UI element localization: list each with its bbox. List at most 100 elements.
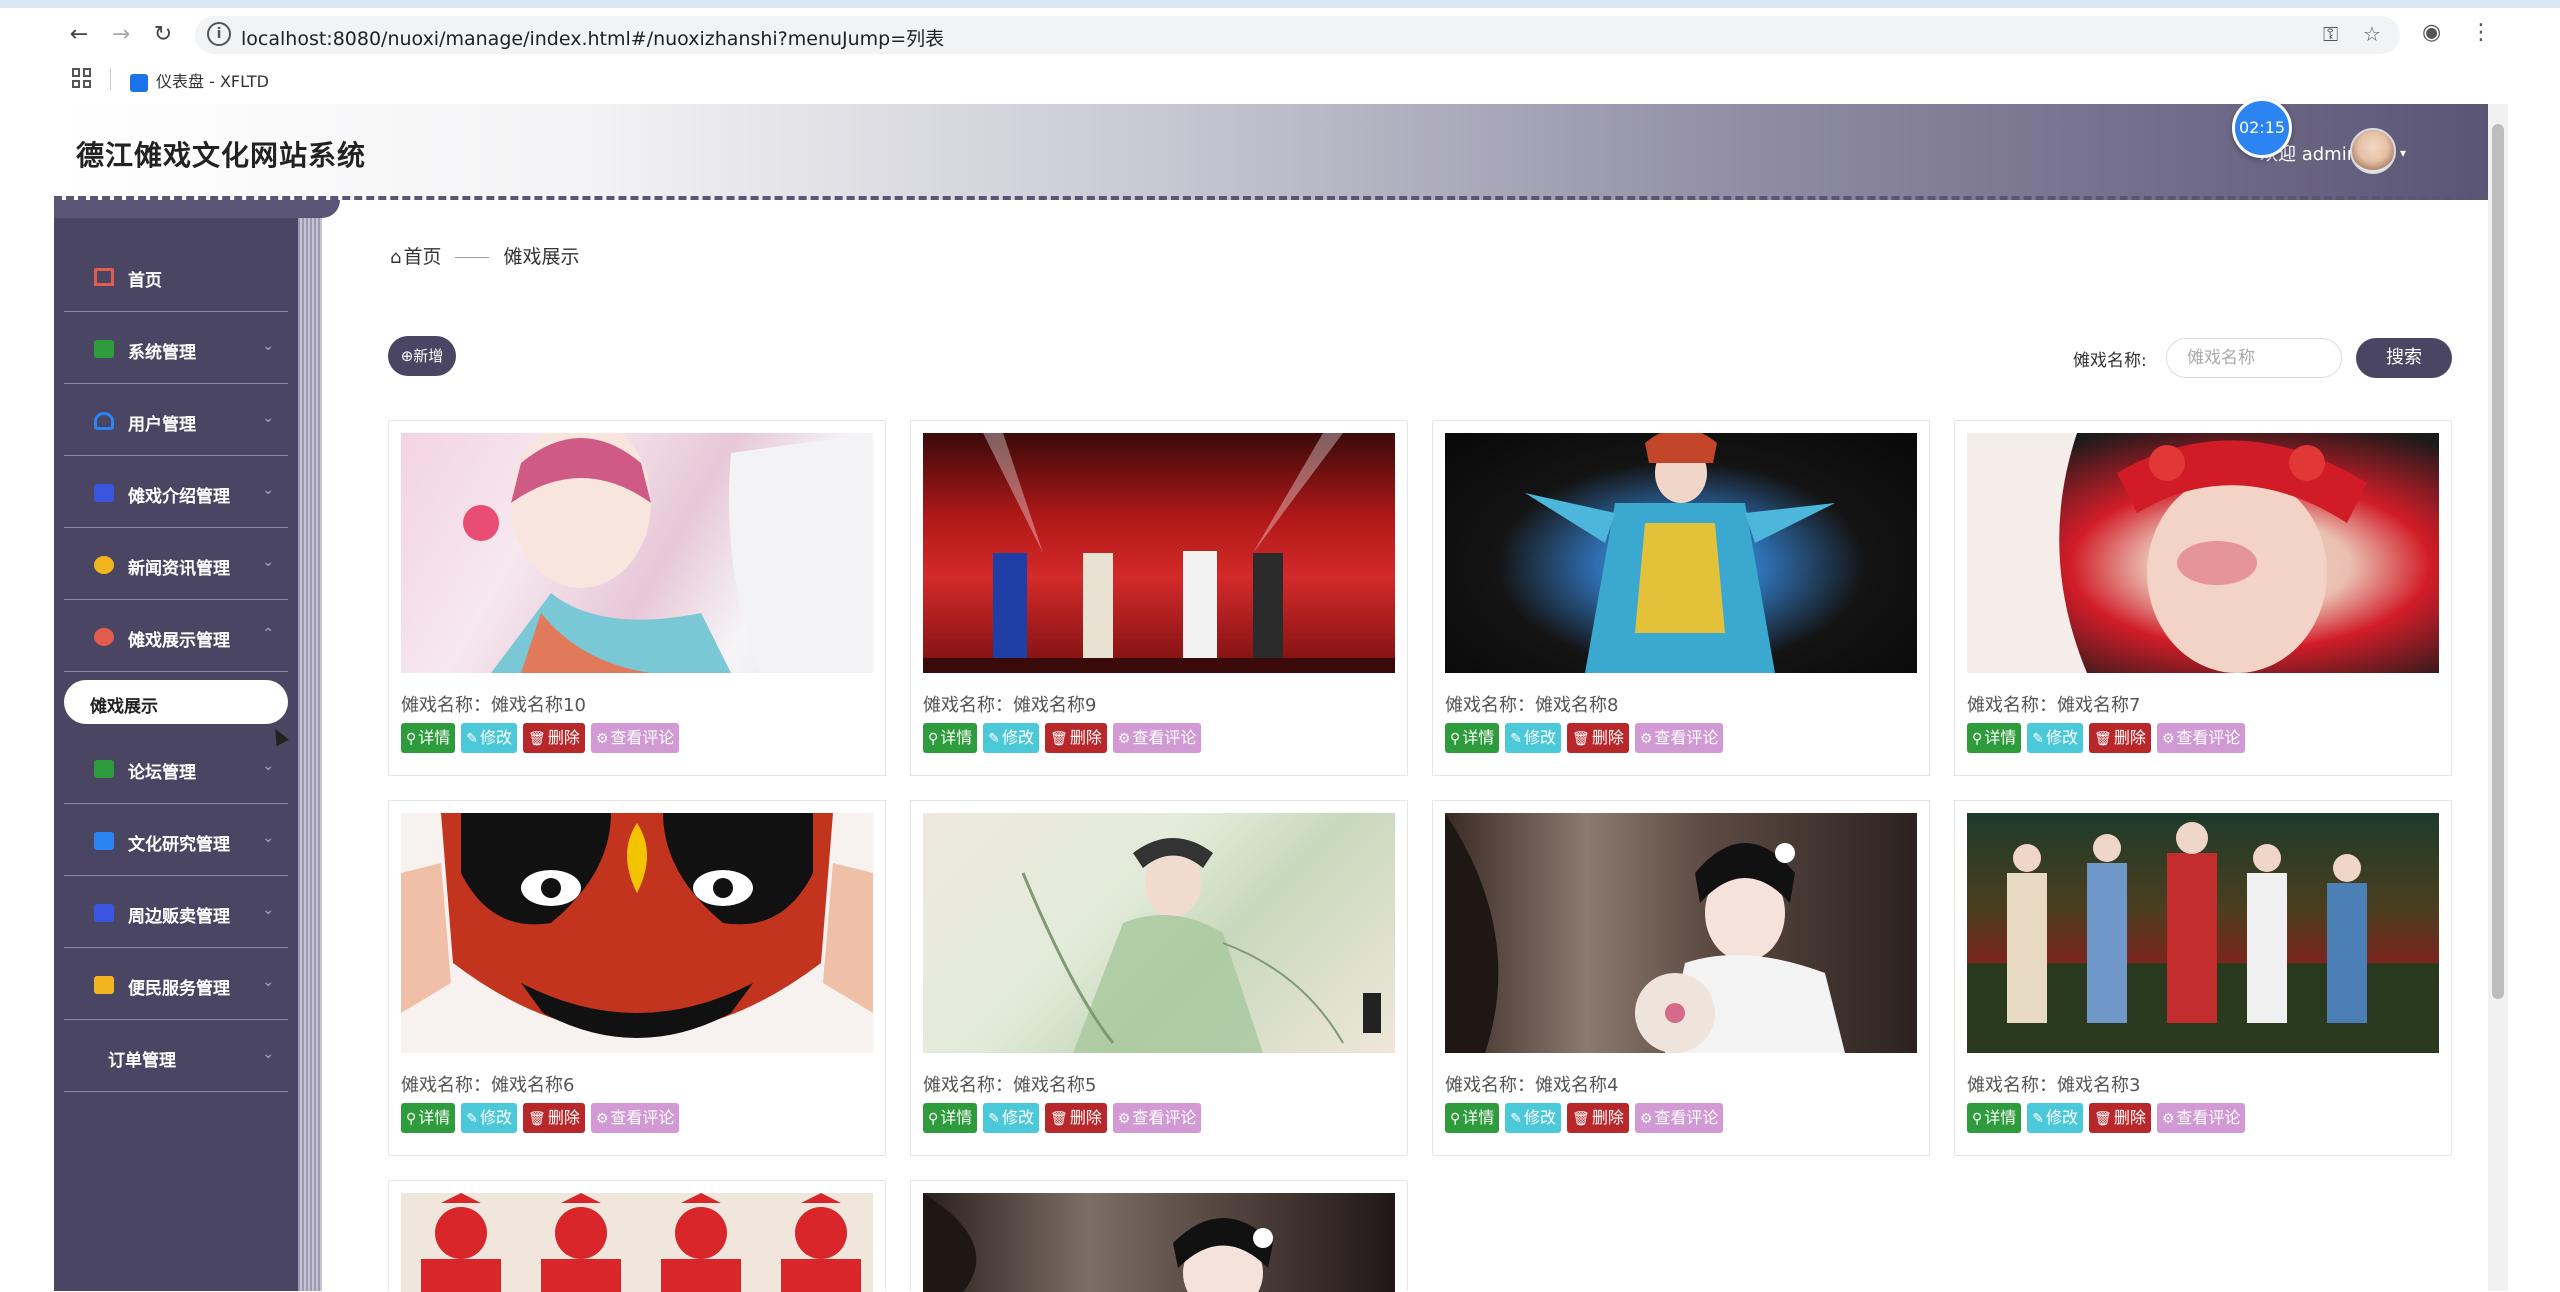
edit-button[interactable]: ✎ 修改 bbox=[983, 1103, 1040, 1133]
sidebar-item-intro[interactable]: 傩戏介绍管理 ⌄ bbox=[64, 458, 288, 528]
search-button[interactable]: 搜索 bbox=[2356, 338, 2452, 378]
detail-button[interactable]: ⚲ 详情 bbox=[401, 1103, 456, 1133]
edit-button[interactable]: ✎ 修改 bbox=[1505, 1103, 1562, 1133]
delete-button[interactable]: 🗑 删除 bbox=[1567, 1103, 1629, 1133]
detail-button[interactable]: ⚲ 详情 bbox=[923, 1103, 978, 1133]
card-image[interactable] bbox=[1445, 433, 1917, 673]
detail-button[interactable]: ⚲ 详情 bbox=[1967, 1103, 2022, 1133]
opera-mask-illustration bbox=[401, 813, 873, 1038]
comments-button[interactable]: ⚙ 查看评论 bbox=[1112, 723, 1202, 753]
page-scrollbar[interactable] bbox=[2488, 104, 2508, 1291]
card-name: 傩戏名称：傩戏名称7 bbox=[1967, 695, 2141, 716]
card-image[interactable] bbox=[401, 433, 873, 673]
gear-icon: ⚙ bbox=[2161, 731, 2175, 747]
submenu-item-showcase[interactable]: 傩戏展示 bbox=[64, 680, 288, 724]
delete-label: 删除 bbox=[2113, 1108, 2146, 1127]
menu-kebab-icon[interactable]: ⋮ bbox=[2470, 20, 2492, 45]
sidebar-item-system[interactable]: 系统管理 ⌄ bbox=[64, 314, 288, 384]
sidebar-item-showcase[interactable]: 傩戏展示管理 ⌃ bbox=[64, 602, 288, 672]
back-icon[interactable]: ← bbox=[64, 20, 94, 50]
edit-button[interactable]: ✎ 修改 bbox=[983, 723, 1040, 753]
edit-button[interactable]: ✎ 修改 bbox=[1505, 723, 1562, 753]
trash-icon: 🗑 bbox=[1572, 731, 1590, 747]
sidebar-item-users[interactable]: 用户管理 ⌄ bbox=[64, 386, 288, 456]
card-name: 傩戏名称：傩戏名称8 bbox=[1445, 695, 1619, 716]
scrollbar-thumb[interactable] bbox=[2492, 124, 2504, 999]
timer-badge[interactable]: 02:15 bbox=[2232, 98, 2292, 158]
delete-label: 删除 bbox=[2113, 728, 2146, 747]
delete-button[interactable]: 🗑 删除 bbox=[2089, 723, 2151, 753]
reload-icon[interactable]: ↻ bbox=[148, 20, 178, 50]
bookmark-star-icon[interactable]: ☆ bbox=[2363, 22, 2381, 46]
forward-icon[interactable]: → bbox=[106, 20, 136, 50]
sidebar-item-forum[interactable]: 论坛管理 ⌄ bbox=[64, 734, 288, 804]
comments-button[interactable]: ⚙ 查看评论 bbox=[1634, 723, 1724, 753]
windows-icon bbox=[94, 832, 114, 850]
delete-button[interactable]: 🗑 删除 bbox=[523, 723, 585, 753]
comments-button[interactable]: ⚙ 查看评论 bbox=[590, 1103, 680, 1133]
edit-button[interactable]: ✎ 修改 bbox=[2027, 723, 2084, 753]
mirror-performer-illustration bbox=[1445, 813, 1845, 1053]
profile-icon[interactable]: ◉ bbox=[2422, 20, 2441, 45]
comments-button[interactable]: ⚙ 查看评论 bbox=[1112, 1103, 1202, 1133]
card-image[interactable] bbox=[1967, 433, 2439, 673]
detail-button[interactable]: ⚲ 详情 bbox=[401, 723, 456, 753]
edit-button[interactable]: ✎ 修改 bbox=[461, 1103, 518, 1133]
avatar[interactable] bbox=[2350, 128, 2396, 174]
card-image[interactable] bbox=[923, 1193, 1395, 1292]
sidebar-item-news[interactable]: 新闻资讯管理 ⌄ bbox=[64, 530, 288, 600]
comments-button[interactable]: ⚙ 查看评论 bbox=[2156, 1103, 2246, 1133]
card-actions: ⚲ 详情 ✎ 修改 🗑 删除 ⚙ 查看评论 bbox=[923, 723, 1207, 753]
detail-button[interactable]: ⚲ 详情 bbox=[1445, 1103, 1500, 1133]
tab-strip bbox=[0, 0, 2560, 8]
edit-button[interactable]: ✎ 修改 bbox=[461, 723, 518, 753]
comments-button[interactable]: ⚙ 查看评论 bbox=[590, 723, 680, 753]
search-icon: ⚲ bbox=[1450, 731, 1461, 747]
detail-button[interactable]: ⚲ 详情 bbox=[923, 723, 978, 753]
delete-button[interactable]: 🗑 删除 bbox=[2089, 1103, 2151, 1133]
comments-button[interactable]: ⚙ 查看评论 bbox=[2156, 723, 2246, 753]
bookmark-label[interactable]: 仪表盘 - XFLTD bbox=[156, 72, 269, 91]
sidebar-item-label: 傩戏介绍管理 bbox=[128, 487, 230, 507]
card-image[interactable] bbox=[401, 813, 873, 1053]
delete-button[interactable]: 🗑 删除 bbox=[523, 1103, 585, 1133]
password-key-icon[interactable]: ⚿ bbox=[2323, 22, 2338, 46]
sidebar-item-label: 便民服务管理 bbox=[128, 979, 230, 999]
apps-grid-icon[interactable] bbox=[72, 68, 92, 88]
chevron-down-icon: ⌄ bbox=[262, 1046, 274, 1062]
delete-button[interactable]: 🗑 删除 bbox=[1567, 723, 1629, 753]
card-image[interactable] bbox=[1967, 813, 2439, 1053]
search-input[interactable] bbox=[2166, 338, 2342, 378]
chevron-down-icon[interactable]: ▾ bbox=[2400, 146, 2406, 160]
url-text[interactable]: localhost:8080/nuoxi/manage/index.html#/… bbox=[241, 24, 944, 51]
pencil-icon: ✎ bbox=[466, 1111, 479, 1127]
address-bar[interactable]: i localhost:8080/nuoxi/manage/index.html… bbox=[195, 16, 2400, 54]
comments-button[interactable]: ⚙ 查看评论 bbox=[1634, 1103, 1724, 1133]
delete-button[interactable]: 🗑 删除 bbox=[1045, 1103, 1107, 1133]
card-image[interactable] bbox=[1445, 813, 1917, 1053]
card: 傩戏名称：傩戏名称5 ⚲ 详情 ✎ 修改 🗑 删除 ⚙ 查看评论 bbox=[910, 800, 1408, 1156]
card-image[interactable] bbox=[923, 433, 1395, 673]
breadcrumb-home[interactable]: 首页 bbox=[403, 246, 441, 268]
app-header: 德江傩戏文化网站系统 欢迎 admin ▾ bbox=[54, 104, 2488, 200]
sidebar-item-home[interactable]: 首页 bbox=[64, 242, 288, 312]
chevron-down-icon: ⌄ bbox=[262, 482, 274, 498]
site-info-icon[interactable]: i bbox=[207, 22, 231, 46]
detail-button[interactable]: ⚲ 详情 bbox=[1967, 723, 2022, 753]
stage-troupe-illustration bbox=[1967, 822, 2439, 1053]
delete-button[interactable]: 🗑 删除 bbox=[1045, 723, 1107, 753]
comments-label: 查看评论 bbox=[1654, 1108, 1719, 1127]
search-icon: ⚲ bbox=[928, 731, 939, 747]
sidebar-item-orders[interactable]: 订单管理 ⌄ bbox=[64, 1022, 288, 1092]
sidebar-item-merch[interactable]: 周边贩卖管理 ⌄ bbox=[64, 878, 288, 948]
card-image[interactable] bbox=[401, 1193, 873, 1292]
search-icon: ⚲ bbox=[1972, 1111, 1983, 1127]
add-button[interactable]: ⊕新增 bbox=[388, 336, 456, 376]
sidebar-item-research[interactable]: 文化研究管理 ⌄ bbox=[64, 806, 288, 876]
sidebar-item-service[interactable]: 便民服务管理 ⌄ bbox=[64, 950, 288, 1020]
bookmark-item[interactable]: 仪表盘 - XFLTD bbox=[130, 68, 269, 92]
circle-icon bbox=[94, 628, 114, 646]
detail-button[interactable]: ⚲ 详情 bbox=[1445, 723, 1500, 753]
edit-button[interactable]: ✎ 修改 bbox=[2027, 1103, 2084, 1133]
card-image[interactable] bbox=[923, 813, 1395, 1053]
